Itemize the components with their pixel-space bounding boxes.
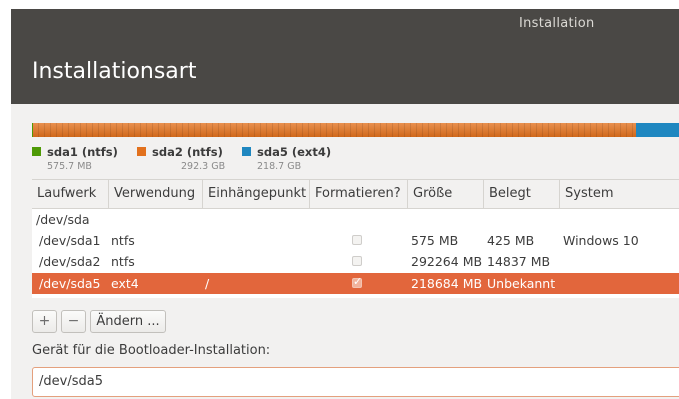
check-icon: ✓: [353, 275, 363, 288]
cell-used: Unbekannt: [487, 276, 556, 291]
plus-icon: +: [38, 313, 51, 329]
column-header-groesse[interactable]: Größe: [408, 180, 484, 208]
column-header-belegt[interactable]: Belegt: [484, 180, 560, 208]
legend-swatch: [32, 147, 41, 156]
window-title: Installation: [519, 16, 595, 31]
partition-bar: [32, 123, 679, 137]
cell-used: 14837 MB: [487, 254, 551, 269]
cell-use: ext4: [111, 276, 139, 291]
cell-system: Windows 10: [563, 233, 639, 248]
cell-use: ntfs: [111, 254, 135, 269]
column-header-laufwerk[interactable]: Laufwerk: [32, 180, 109, 208]
legend-swatch: [242, 147, 251, 156]
format-checkbox[interactable]: [352, 256, 362, 266]
bootloader-device-select[interactable]: /dev/sda5: [32, 367, 679, 397]
format-checkbox[interactable]: ✓: [352, 275, 363, 288]
partition-table: Laufwerk Verwendung Einhängepunkt Format…: [32, 179, 679, 298]
partition-segment-sda5: [636, 123, 679, 137]
cell-use: ntfs: [111, 233, 135, 248]
legend-size: 218.7 GB: [257, 161, 302, 172]
legend-size: 575.7 MB: [47, 161, 92, 172]
remove-partition-button[interactable]: −: [61, 310, 86, 333]
table-row-sda[interactable]: /dev/sda: [32, 209, 679, 230]
cell-size: 218684 MB: [411, 276, 483, 291]
legend-label: sda1 (ntfs): [47, 145, 118, 159]
cell-mount: /: [205, 276, 210, 291]
cell-size: 292264 MB: [411, 254, 483, 269]
minus-icon: −: [67, 313, 80, 329]
partition-segment-sda1: [32, 123, 33, 137]
cell-device: /dev/sda1: [39, 233, 101, 248]
legend-swatch: [137, 147, 146, 156]
legend-size: 292.3 GB: [181, 161, 226, 172]
cell-device: /dev/sda5: [39, 276, 101, 291]
add-partition-button[interactable]: +: [32, 310, 57, 333]
column-header-formatieren[interactable]: Formatieren?: [310, 180, 408, 208]
cell-used: 425 MB: [487, 233, 535, 248]
cell-device: /dev/sda2: [39, 254, 101, 269]
window-titlebar: Installation Installationsart: [11, 9, 679, 104]
bootloader-label: Gerät für die Bootloader-Installation:: [32, 343, 271, 358]
cell-device: /dev/sda: [36, 212, 90, 227]
table-row-sda2[interactable]: /dev/sda2 ntfs 292264 MB 14837 MB: [32, 251, 679, 272]
column-header-system[interactable]: System: [560, 180, 679, 208]
change-partition-button[interactable]: Ändern ...: [90, 310, 166, 333]
column-header-einhaengepunkt[interactable]: Einhängepunkt: [203, 180, 310, 208]
cell-size: 575 MB: [411, 233, 459, 248]
legend-label: sda5 (ext4): [257, 145, 332, 159]
installer-window: Installation Installationsart sda1 (ntfs…: [11, 9, 679, 399]
column-header-verwendung[interactable]: Verwendung: [109, 180, 203, 208]
page-title: Installationsart: [32, 59, 197, 84]
table-row-sda1[interactable]: /dev/sda1 ntfs 575 MB 425 MB Windows 10: [32, 230, 679, 251]
table-header: Laufwerk Verwendung Einhängepunkt Format…: [32, 180, 679, 209]
legend-label: sda2 (ntfs): [152, 145, 223, 159]
format-checkbox[interactable]: [352, 235, 362, 245]
table-row-sda5[interactable]: /dev/sda5 ext4 / ✓ 218684 MB Unbekannt: [32, 273, 679, 294]
